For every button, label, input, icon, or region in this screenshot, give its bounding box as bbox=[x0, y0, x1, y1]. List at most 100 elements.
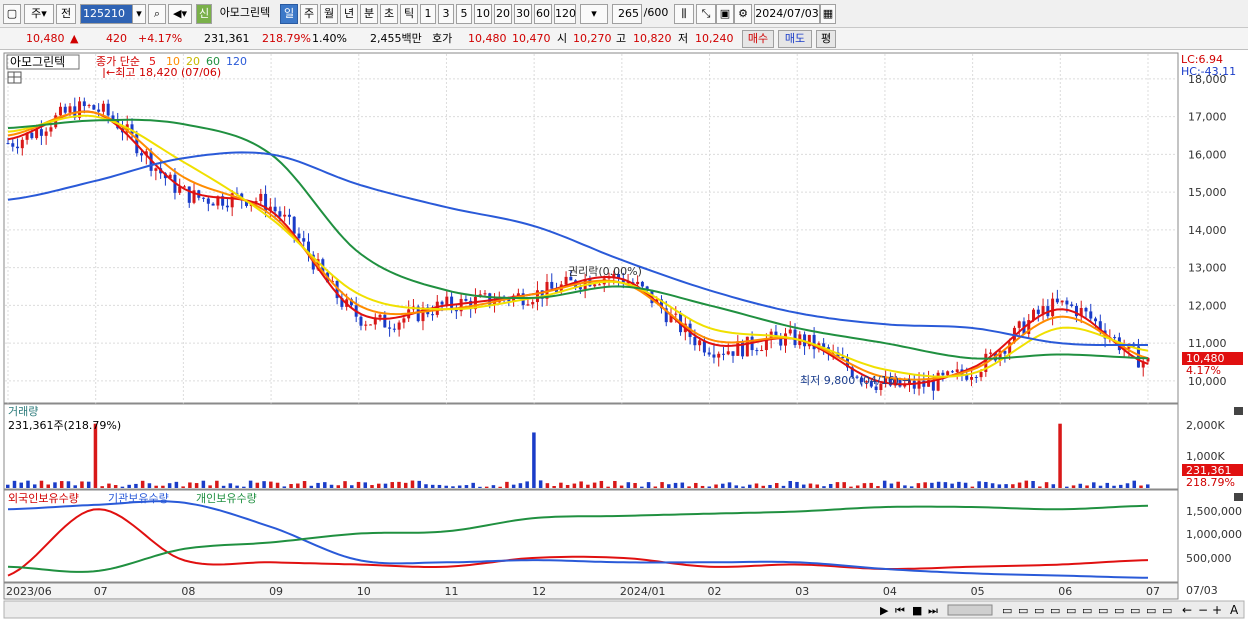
period-month[interactable]: 월 bbox=[320, 4, 338, 24]
count-dropdown[interactable]: ▾ bbox=[580, 4, 608, 24]
count-60[interactable]: 60 bbox=[534, 4, 552, 24]
candle-body bbox=[950, 371, 954, 373]
chart-svg[interactable]: 18,00017,00016,00015,00014,00013,00012,0… bbox=[0, 50, 1248, 621]
candle-icon[interactable]: ⫼ bbox=[674, 4, 694, 24]
view-icon-10[interactable]: ▭ bbox=[1146, 604, 1156, 617]
low-marker: 최저 9,800 (04/16) bbox=[800, 374, 899, 387]
window-icon[interactable]: ▢ bbox=[3, 4, 21, 24]
holdings-close-icon[interactable] bbox=[1234, 493, 1243, 501]
volume-bar bbox=[1071, 485, 1076, 488]
candle-body bbox=[955, 369, 959, 372]
volume-close-icon[interactable] bbox=[1234, 407, 1243, 415]
calendar-icon[interactable]: ▦ bbox=[820, 4, 836, 24]
hold-axis-1500000: 1,500,000 bbox=[1186, 505, 1242, 518]
legend-ma120: 120 bbox=[226, 55, 247, 68]
volume-bar bbox=[46, 484, 50, 488]
volume-bar bbox=[646, 482, 651, 488]
volume-bar bbox=[498, 486, 502, 488]
last-page-icon[interactable]: ⏭ bbox=[928, 604, 938, 617]
volume-bar bbox=[801, 484, 806, 488]
period-second[interactable]: 초 bbox=[380, 4, 398, 24]
period-tick[interactable]: 틱 bbox=[400, 4, 418, 24]
volume-bar bbox=[1051, 484, 1056, 488]
volume-bar bbox=[619, 485, 624, 488]
candle-body bbox=[287, 214, 291, 217]
view-icon-4[interactable]: ▭ bbox=[1050, 604, 1060, 617]
view-icon-7[interactable]: ▭ bbox=[1098, 604, 1108, 617]
period-day[interactable]: 일 bbox=[280, 4, 298, 24]
candle-body bbox=[1113, 337, 1117, 339]
stock-code-input[interactable]: 125210 bbox=[80, 4, 136, 24]
view-icon-6[interactable]: ▭ bbox=[1082, 604, 1092, 617]
volume-bar bbox=[700, 485, 705, 488]
count-20[interactable]: 20 bbox=[494, 4, 512, 24]
view-icon-1[interactable]: ▭ bbox=[1002, 604, 1012, 617]
volume-bar bbox=[451, 486, 455, 488]
volume-value: 231,361 bbox=[204, 32, 250, 45]
volume-bar bbox=[957, 481, 961, 488]
period-minute[interactable]: 분 bbox=[360, 4, 378, 24]
view-icon-2[interactable]: ▭ bbox=[1018, 604, 1028, 617]
ex-rights-marker: 권리락(0.00%) bbox=[568, 265, 642, 278]
sell-button[interactable]: 매도 bbox=[778, 30, 812, 48]
volume-bar bbox=[228, 483, 233, 488]
count-3[interactable]: 3 bbox=[438, 4, 454, 24]
view-icon-3[interactable]: ▭ bbox=[1034, 604, 1044, 617]
candle-body bbox=[736, 341, 740, 356]
eval-button[interactable]: 평 bbox=[816, 30, 836, 48]
scroll-right-icon[interactable]: ▶ bbox=[880, 604, 889, 617]
date-input[interactable]: 2024/07/03 bbox=[754, 4, 820, 24]
candle-body bbox=[1089, 311, 1093, 319]
count-120[interactable]: 120 bbox=[554, 4, 576, 24]
crosshair-icon[interactable]: ⤡ bbox=[696, 4, 716, 24]
first-page-icon[interactable]: ⏮ bbox=[895, 604, 905, 617]
zoom-in-icon[interactable]: + bbox=[1212, 603, 1222, 617]
volume-bar bbox=[613, 480, 617, 488]
candle-body bbox=[302, 238, 306, 242]
candle-body bbox=[16, 146, 20, 149]
period-year[interactable]: 년 bbox=[340, 4, 358, 24]
settings-icon[interactable]: ⚙ bbox=[734, 4, 752, 24]
volume-bar bbox=[464, 485, 469, 488]
count-30[interactable]: 30 bbox=[514, 4, 532, 24]
save-icon[interactable]: ▣ bbox=[716, 4, 734, 24]
volume-bar bbox=[835, 482, 840, 488]
volume-bar bbox=[761, 485, 766, 488]
count-10[interactable]: 10 bbox=[474, 4, 492, 24]
volume-bar bbox=[842, 482, 846, 488]
volume-bar bbox=[457, 485, 462, 488]
market-select[interactable]: 주▾ bbox=[24, 4, 54, 24]
stop-icon[interactable]: ■ bbox=[912, 604, 922, 617]
candle-body bbox=[431, 314, 435, 316]
volume-bar bbox=[660, 482, 664, 488]
volume-ratio: 218.79% bbox=[262, 32, 311, 45]
stock-name: 아모그린텍 bbox=[214, 4, 276, 24]
view-icon-5[interactable]: ▭ bbox=[1066, 604, 1076, 617]
count-1[interactable]: 1 bbox=[420, 4, 436, 24]
auto-scale-icon[interactable]: A bbox=[1230, 603, 1239, 617]
volume-bar bbox=[188, 482, 192, 488]
candle-body bbox=[297, 233, 301, 239]
view-icon-9[interactable]: ▭ bbox=[1130, 604, 1140, 617]
volume-bar bbox=[255, 482, 260, 488]
view-icon-8[interactable]: ▭ bbox=[1114, 604, 1124, 617]
volume-bar bbox=[788, 481, 792, 488]
count-5[interactable]: 5 bbox=[456, 4, 472, 24]
page-count-input[interactable]: 265 bbox=[612, 4, 642, 24]
zoom-out-icon[interactable]: − bbox=[1198, 603, 1208, 617]
volume-bar bbox=[302, 481, 307, 488]
scroll-left-icon[interactable]: ← bbox=[1182, 603, 1192, 617]
buy-button[interactable]: 매수 bbox=[742, 30, 774, 48]
volume-bar bbox=[808, 483, 813, 488]
volume-bar bbox=[424, 484, 428, 488]
code-dropdown-icon[interactable]: ▾ bbox=[132, 4, 146, 24]
search-icon[interactable]: ⌕ bbox=[148, 4, 166, 24]
volume-bar bbox=[201, 480, 206, 488]
prefix-select[interactable]: 전 bbox=[56, 4, 76, 24]
speaker-icon[interactable]: ◀▾ bbox=[168, 4, 192, 24]
volume-bar bbox=[815, 484, 819, 488]
bid-price-2: 10,470 bbox=[512, 32, 551, 45]
view-icon-11[interactable]: ▭ bbox=[1162, 604, 1172, 617]
scroll-thumb[interactable] bbox=[947, 604, 993, 616]
period-week[interactable]: 주 bbox=[300, 4, 318, 24]
